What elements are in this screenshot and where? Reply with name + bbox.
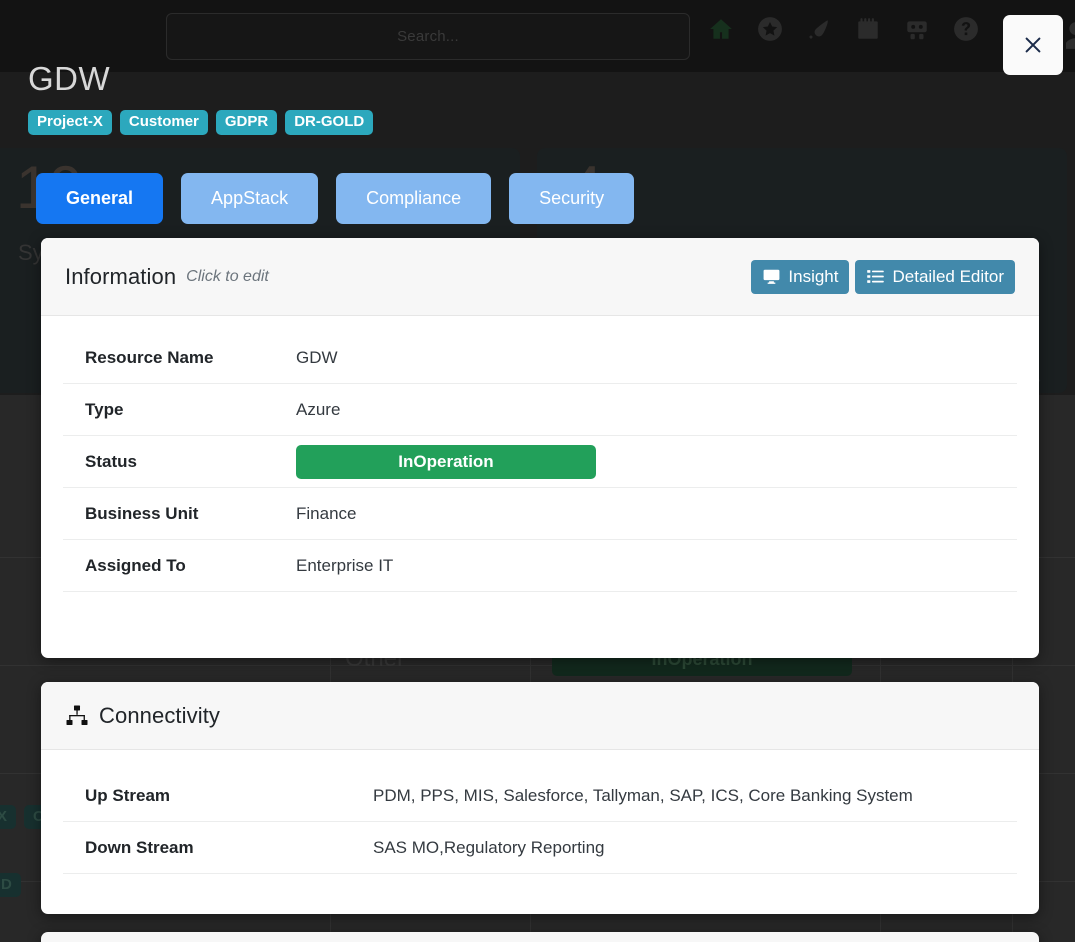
table-row[interactable]: Status InOperation <box>63 436 1017 488</box>
search-input[interactable]: Search... <box>166 13 690 60</box>
star-circle-icon[interactable] <box>755 14 785 44</box>
resource-tag-list: Project-X Customer GDPR DR-GOLD <box>28 110 374 135</box>
row-key: Assigned To <box>85 555 186 575</box>
row-value: Enterprise IT <box>296 555 394 575</box>
tab-appstack[interactable]: AppStack <box>181 173 319 224</box>
home-icon[interactable] <box>706 14 736 44</box>
close-icon <box>1025 37 1041 53</box>
help-circle-icon[interactable] <box>951 14 981 44</box>
tab-bar: General AppStack Compliance Security <box>36 173 635 224</box>
connectivity-card-title: Connectivity <box>99 702 221 728</box>
row-value: SAS MO,Regulatory Reporting <box>373 837 605 857</box>
table-row[interactable]: Type Azure <box>63 384 1017 436</box>
information-card-actions: Insight Detailed Editor <box>751 259 1015 294</box>
connectivity-card-header: Connectivity <box>41 682 1039 750</box>
row-key: Status <box>85 451 137 471</box>
tab-compliance[interactable]: Compliance <box>336 173 492 224</box>
row-key: Type <box>85 399 124 419</box>
resource-tag[interactable]: Project-X <box>28 110 112 135</box>
connectivity-card-body: Up Stream PDM, PPS, MIS, Salesforce, Tal… <box>41 750 1039 896</box>
row-key: Resource Name <box>85 347 214 367</box>
top-navigation-bar: Search... <box>0 0 1075 75</box>
table-row[interactable]: Up Stream PDM, PPS, MIS, Salesforce, Tal… <box>63 770 1017 822</box>
table-row[interactable]: Down Stream SAS MO,Regulatory Reporting <box>63 822 1017 874</box>
row-key: Business Unit <box>85 503 199 523</box>
resource-tag[interactable]: DR-GOLD <box>285 110 374 135</box>
insight-button-label: Insight <box>788 266 839 286</box>
resource-tag[interactable]: GDPR <box>215 110 278 135</box>
resource-tag[interactable]: Customer <box>119 110 208 135</box>
row-value: Finance <box>296 503 357 523</box>
bell-icon[interactable] <box>804 14 834 44</box>
connectivity-card: Connectivity Up Stream PDM, PPS, MIS, Sa… <box>41 682 1039 914</box>
resource-title: GDW <box>28 60 111 97</box>
tab-security[interactable]: Security <box>509 173 635 224</box>
row-key: Down Stream <box>85 837 194 857</box>
topbar-icon-group <box>706 14 981 44</box>
app-root: Search... GDW Project-X Customer GDPR DR… <box>0 0 1075 942</box>
close-button[interactable] <box>1003 15 1063 75</box>
information-card-body: Resource Name GDW Type Azure Status InOp… <box>41 316 1039 614</box>
calendar-icon[interactable] <box>853 14 883 44</box>
insight-button[interactable]: Insight <box>751 259 850 294</box>
information-card-header: Information Click to edit Insight Detail… <box>41 238 1039 316</box>
detailed-editor-button-label: Detailed Editor <box>892 266 1004 286</box>
row-key: Up Stream <box>85 785 171 805</box>
background-chip: X <box>0 805 17 829</box>
status-badge: InOperation <box>296 444 596 479</box>
user-avatar-icon[interactable] <box>1064 20 1075 50</box>
table-row[interactable]: Business Unit Finance <box>63 488 1017 540</box>
next-card-partial <box>41 932 1039 942</box>
robot-icon[interactable] <box>902 14 932 44</box>
row-value: Azure <box>296 399 341 419</box>
table-row[interactable]: Resource Name GDW <box>63 332 1017 384</box>
connectivity-card-title-group: Connectivity <box>65 703 220 729</box>
click-to-edit-hint: Click to edit <box>186 267 269 285</box>
search-placeholder: Search... <box>397 28 459 45</box>
tab-general[interactable]: General <box>36 173 164 224</box>
background-chip: D <box>0 873 21 897</box>
monitor-icon <box>762 267 781 286</box>
information-card: Information Click to edit Insight Detail… <box>41 238 1039 658</box>
row-value: InOperation <box>296 444 596 479</box>
information-card-title: Information <box>65 263 177 289</box>
detailed-editor-button[interactable]: Detailed Editor <box>855 259 1015 294</box>
list-icon <box>866 267 885 286</box>
sitemap-icon <box>65 704 89 728</box>
table-row[interactable]: Assigned To Enterprise IT <box>63 540 1017 592</box>
row-value: GDW <box>296 347 338 367</box>
row-value: PDM, PPS, MIS, Salesforce, Tallyman, SAP… <box>373 785 913 805</box>
